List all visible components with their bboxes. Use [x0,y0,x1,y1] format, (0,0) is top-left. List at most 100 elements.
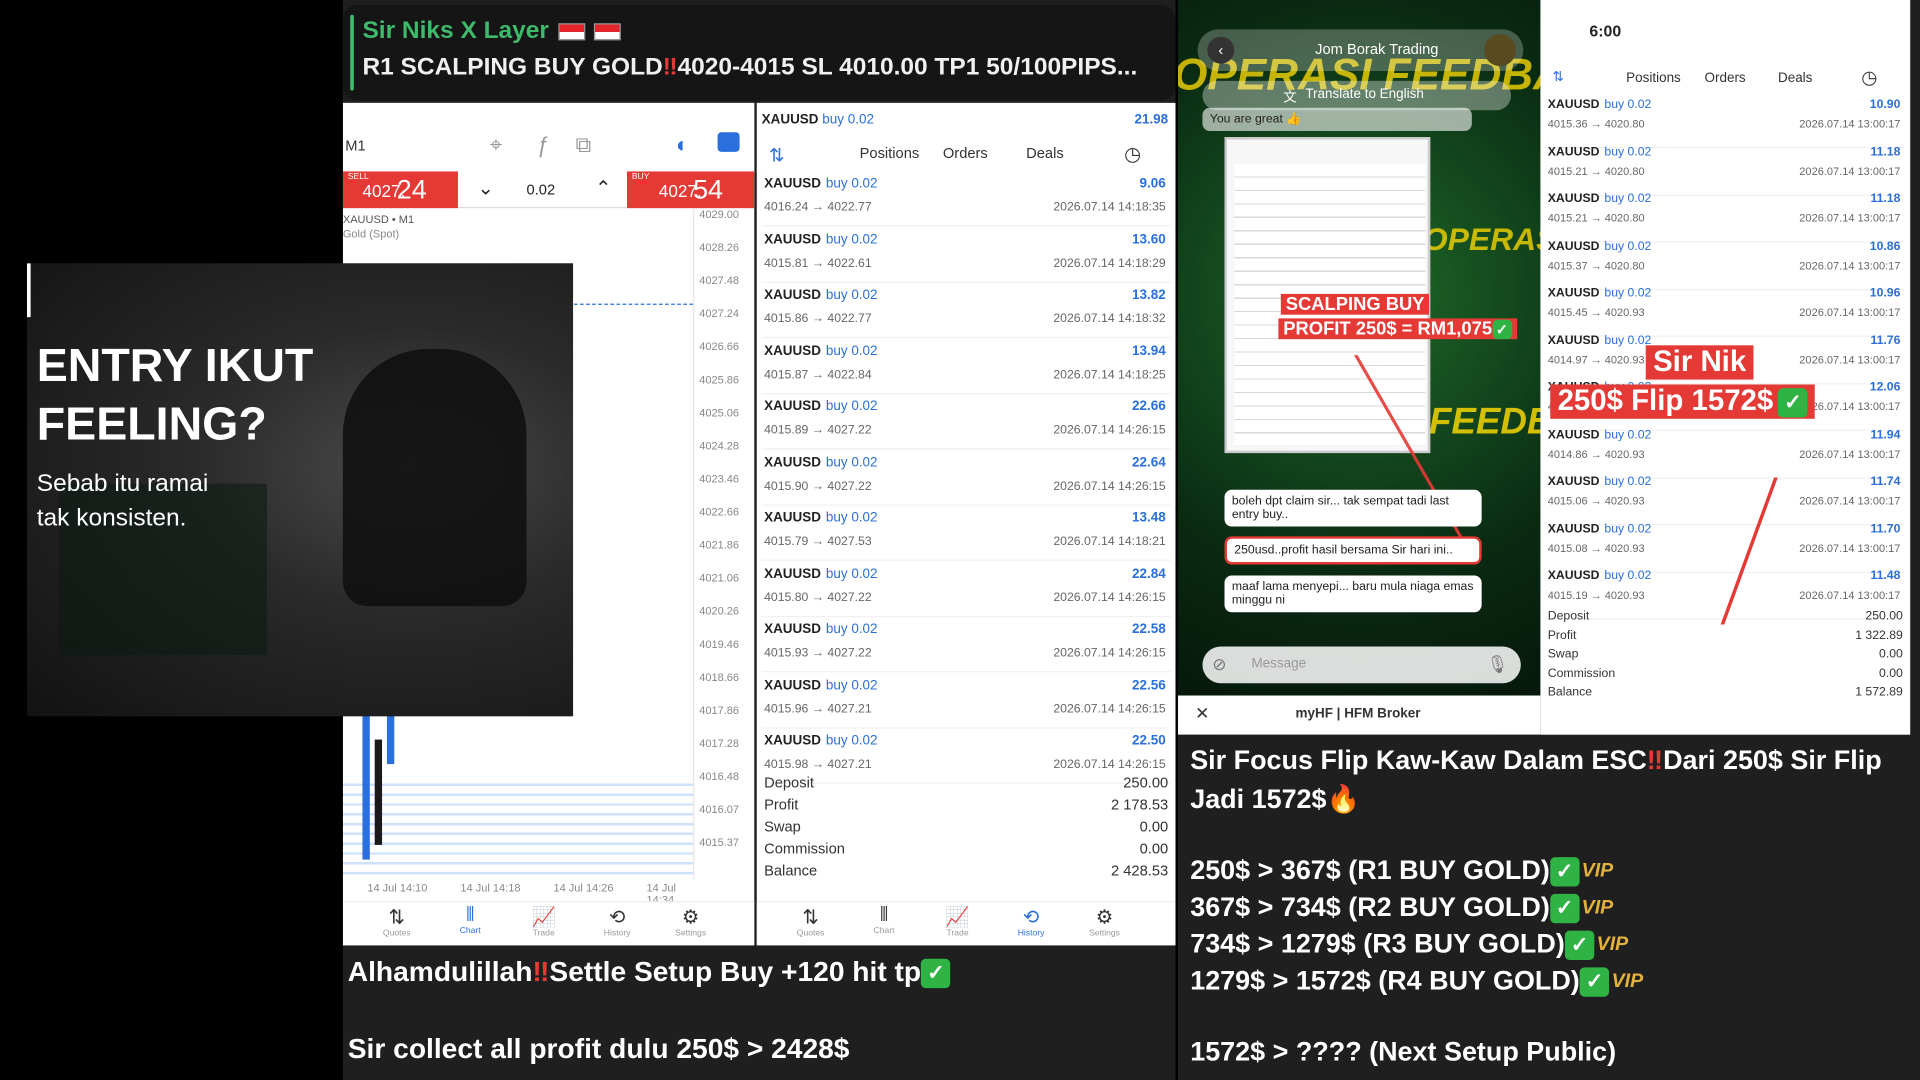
nav-settings[interactable]: ⚙ Settings [1068,905,1141,938]
price-tick-label: 4021.86 [699,538,740,552]
candle [374,739,383,845]
deal-prices: 4015.93 → 4027.22 [764,646,872,661]
double-exclamation-icon: ‼ [662,53,678,81]
signal-details: 4020-4015 SL 4010.00 TP1 50/100PIPS... [677,53,1138,81]
sell-button[interactable]: SELL 4027. 24 [342,171,458,209]
objects-icon[interactable]: ⧉ [576,132,592,158]
nav-history[interactable]: ⟲ History [994,905,1067,938]
check-icon: ✓ [1549,894,1580,924]
tab-orders[interactable]: Orders [1705,71,1746,86]
deal-action: buy 0.02 [825,622,878,637]
nav-history[interactable]: ⟲ History [580,905,653,938]
nav-label: History [1017,929,1045,938]
ad-subtitle: Sebab itu ramai tak konsisten. [37,467,209,536]
nav-settings[interactable]: ⚙ Settings [654,905,727,938]
function-icon[interactable]: ƒ [536,132,548,158]
deal-row[interactable]: XAUUSD buy 0.02 4015.90 → 4027.22 22.64 2026… [761,450,1171,506]
candle [386,715,395,765]
sell-label: SELL [347,172,369,182]
deal-symbol-text: XAUUSD [764,232,821,247]
crosshair-icon[interactable]: ⌖ [490,132,502,158]
deal-prices: 4015.98 → 4027.21 [764,757,872,772]
signal-line: R1 SCALPING BUY GOLD‼4020-4015 SL 4010.0… [362,54,1137,82]
deal-time: 2026.07.14 14:26:15 [1053,590,1166,605]
deal-symbol: XAUUSD buy 0.02 [1548,192,1652,205]
reply-quote[interactable]: Sir Niks X Layer R1 SCALPING BUY GOLD‼40… [342,4,1176,101]
lot-value[interactable]: 0.02 [527,181,556,198]
summary-value: 2 178.53 [1110,795,1169,814]
nav-trade[interactable]: 📈 Trade [507,905,580,938]
deal-row[interactable]: XAUUSD buy 0.02 4015.86 → 4022.77 13.82 2026… [761,283,1171,338]
broker-name: myHF | HFM Broker [1295,706,1421,722]
status-time: 6:00 [1589,22,1622,41]
deal-action: buy 0.02 [825,343,878,359]
flip-text: 250$ > 367$ (R1 BUY GOLD) [1190,854,1550,886]
nav-quotes[interactable]: ⇅ Quotes [774,905,847,938]
deal-symbol-text: XAUUSD [1547,145,1600,159]
right-message-bubble: OPERASI FEEDBACK OPERASI MARGIN FEEDBACK… [1177,0,1920,1080]
tab-positions[interactable]: Positions [1626,71,1681,86]
close-icon[interactable]: ✕ [1195,703,1209,724]
tab-orders[interactable]: Orders [943,144,988,161]
message-input-bar[interactable]: ⊘ Message 🎙 [1202,646,1521,684]
buy-button[interactable]: BUY 4027. 54 [626,171,755,209]
price-tick-label: 4028.26 [699,241,740,254]
summary-row: Commission 0.00 [764,840,1168,862]
deal-profit: 10.86 [1869,239,1901,253]
bottom-navbar: ⇅ Quotes ⫴ Chart 📈 Trade ⟲ History ⚙ Settings [342,901,755,946]
bg-text-mid: OPERASI MARGIN [1422,220,1541,258]
deal-symbol-text: XAUUSD [764,677,821,693]
timeframe-label[interactable]: M1 [345,137,365,154]
tab-deals[interactable]: Deals [1778,71,1812,86]
summary-value: 1 322.89 [1855,628,1903,643]
vip-badge: VIP [1581,861,1614,882]
check-icon: ✓ [1778,387,1808,418]
clock-icon[interactable]: ◷ [1861,66,1877,88]
summary-key: Commission [764,840,845,858]
deal-row[interactable]: XAUUSD buy 0.02 4015.93 → 4027.22 22.58 2026… [761,617,1171,673]
mic-icon[interactable]: 🎙 [1487,654,1509,675]
deal-row[interactable]: XAUUSD buy 0.02 4015.96 → 4027.21 22.56 2026… [761,673,1171,728]
deal-symbol-text: XAUUSD [764,510,821,526]
deal-symbol: XAUUSD buy 0.02 [1548,475,1652,488]
bottom-navbar: ⇅ Quotes ⫴ Chart 📈 Trade ⟲ History ⚙ Settings [756,901,1176,946]
deal-row[interactable]: XAUUSD buy 0.02 4015.80 → 4027.22 22.84 2026… [761,561,1171,617]
deal-row[interactable]: XAUUSD buy 0.02 4015.81 → 4022.61 13.60 2026… [761,227,1171,283]
time-tick-label: 14 Jul 14:10 [367,881,428,894]
attach-icon[interactable]: ⊘ [1212,654,1226,675]
deal-row[interactable]: XAUUSD buy 0.02 4015.87 → 4022.84 13.94 2026… [761,339,1171,394]
deal-symbol-text: XAUUSD [1547,333,1600,348]
deal-row[interactable]: XAUUSD buy 0.02 4016.24 → 4022.77 9.06 2026.… [761,171,1171,227]
trade-icon[interactable] [717,132,740,152]
price-tick-label: 4023.46 [699,472,740,485]
chevron-up-icon[interactable]: ⌃ [595,176,611,200]
back-icon[interactable]: ‹ [1207,36,1235,64]
nav-quotes[interactable]: ⇅ Quotes [360,905,433,938]
message-input[interactable]: Message [1251,656,1306,671]
price-tick-label: 4022.66 [699,505,740,518]
deal-row[interactable]: XAUUSD buy 0.02 4015.89 → 4027.22 22.66 2026… [761,394,1171,450]
deal-symbol: XAUUSD buy 0.02 [764,399,877,414]
deal-row[interactable]: XAUUSD buy 0.02 4015.79 → 4027.53 13.48 2026… [761,506,1171,561]
nav-chart[interactable]: ⫴ Chart [847,905,920,936]
sort-icon[interactable]: ⇅ [1553,69,1564,85]
nav-chart[interactable]: ⫴ Chart [433,905,506,936]
deal-action: buy 0.02 [1604,192,1652,206]
translate-bar[interactable]: 文 Translate to English [1202,80,1512,111]
nav-trade[interactable]: 📈 Trade [921,905,994,938]
vip-badge: VIP [1596,934,1629,956]
deal-symbol-text: XAUUSD [764,399,821,414]
summary-key: Deposit [1547,609,1590,624]
tab-positions[interactable]: Positions [860,144,920,161]
sync-icon[interactable]: ◐ [676,132,689,158]
avatar[interactable] [1484,34,1516,67]
chevron-down-icon[interactable]: ⌄ [478,176,494,200]
deal-symbol: XAUUSD buy 0.02 [1548,287,1652,300]
chat-message-highlighted: 250usd..profit hasil bersama Sir hari in… [1224,536,1482,565]
price-tick-label: 4029.00 [699,208,740,221]
sort-icon[interactable]: ⇅ [769,144,784,167]
flip-text: 367$ > 734$ (R2 BUY GOLD) [1190,891,1550,923]
clock-icon[interactable]: ◷ [1124,142,1141,166]
lot-stepper[interactable]: ⌄ 0.02 ⌃ [457,171,627,209]
tab-deals[interactable]: Deals [1026,144,1064,161]
